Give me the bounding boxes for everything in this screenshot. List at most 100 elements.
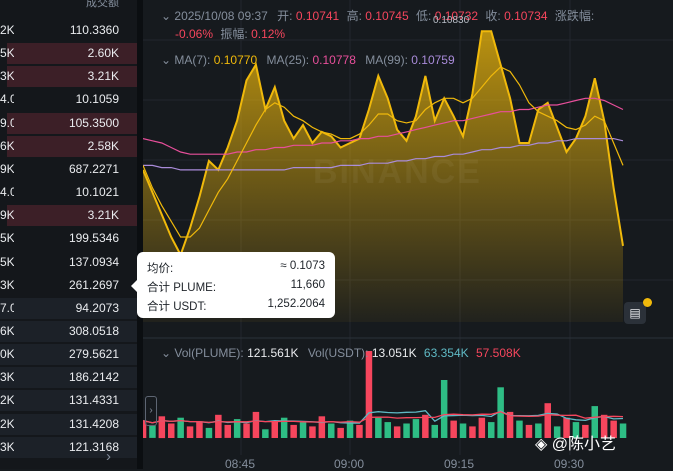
row-amount: 279.5621 <box>68 347 119 362</box>
orderbook-ask-row[interactable]: 4.0 10.1059 <box>0 88 137 111</box>
row-amount: 10.1021 <box>75 185 119 200</box>
vol-usdt-label: Vol(USDT): <box>307 346 369 360</box>
close-value: 0.10734 <box>504 9 548 23</box>
row-amount: 3.21K <box>87 208 119 223</box>
row-quantity: 3K <box>0 370 14 385</box>
volume-bar <box>459 423 467 438</box>
close-label: 收: <box>485 9 501 23</box>
ma99-value: 0.10759 <box>411 53 455 67</box>
volume-bar <box>215 414 222 438</box>
collapse-icon[interactable]: ⌄ <box>161 9 174 23</box>
orderbook-ask-row[interactable]: 6K 2.58K <box>0 135 137 158</box>
chart-tool-button[interactable]: ▤ <box>624 302 646 324</box>
vol-collapse-icon[interactable]: ⌄ <box>161 346 174 360</box>
row-quantity: 2K <box>0 393 14 408</box>
row-quantity: 5K <box>0 231 14 246</box>
volume-bar <box>431 424 438 438</box>
volume-bar <box>619 423 627 438</box>
orderbook-bid-row[interactable]: 6K 308.0518 <box>0 320 137 343</box>
ma25-label: MA(25): <box>266 53 310 67</box>
volume-bar <box>375 417 382 438</box>
row-amount: 261.2697 <box>68 277 119 292</box>
orderbook-ask-row[interactable]: 3K 3.21K <box>0 65 137 88</box>
open-value: 0.10741 <box>295 9 340 23</box>
row-quantity: 3K <box>0 439 14 454</box>
candle-info-row-2: -0.06% 振幅: 0.12% <box>175 25 285 42</box>
row-amount: 3.21K <box>87 69 119 84</box>
row-quantity: 9.0 <box>0 115 14 130</box>
more-arrow-icon[interactable]: › <box>106 448 111 465</box>
volume-bar <box>196 422 203 438</box>
vol-ma-b: 57.508K <box>475 346 521 360</box>
vol-plume-value: 121.561K <box>247 346 299 360</box>
volume-bar <box>224 424 231 438</box>
volume-bar <box>412 419 420 438</box>
volume-bar <box>337 427 344 439</box>
row-quantity: 4.0 <box>0 92 14 107</box>
vol-ma-a: 63.354K <box>423 346 469 360</box>
row-quantity: 0K <box>0 347 14 362</box>
price-chart-svg[interactable] <box>143 0 673 469</box>
orderbook-ask-row[interactable]: 2K 110.3360 <box>0 19 137 42</box>
high-price-marker: 0.10830 <box>433 15 470 26</box>
orderbook-ask-row[interactable]: 5K 137.0934 <box>0 251 137 274</box>
orderbook-bid-row[interactable]: 3K 186.2142 <box>0 366 137 389</box>
row-amount: 131.4331 <box>68 393 119 408</box>
volume-bar <box>262 429 269 438</box>
row-amount: 2.58K <box>87 138 119 153</box>
orderbook-header: 成交额 <box>0 0 137 9</box>
row-quantity: 6K <box>0 323 14 338</box>
ma7-label: MA(7): <box>174 53 211 67</box>
depth-tooltip: 均价: ≈ 0.1073 合计 PLUME: 11,660 合计 USDT: 1… <box>131 252 335 318</box>
orderbook-ask-row[interactable]: 5K 2.60K <box>0 42 137 65</box>
orderbook-ask-row[interactable]: 4.0 10.1021 <box>0 181 137 204</box>
volume-bar <box>309 426 316 438</box>
volume-bar <box>205 427 213 439</box>
row-quantity: 2K <box>0 23 14 37</box>
volume-bar <box>469 426 476 438</box>
volume-bar <box>384 422 391 438</box>
chart-scroll-handle[interactable]: › <box>145 396 157 426</box>
exchange-watermark: BINANCE <box>313 153 482 191</box>
ma-info-row: ⌄ MA(7): 0.10770 MA(25): 0.10778 MA(99):… <box>161 53 455 67</box>
orderbook-ask-row[interactable]: 9.0 105.3500 <box>0 112 137 135</box>
change-value: -0.06% <box>175 27 214 41</box>
volume-bar <box>525 424 533 438</box>
orderbook-bid-row[interactable]: 3K 121.3168 <box>0 436 137 459</box>
row-quantity: 5K <box>0 254 14 269</box>
volume-bar <box>403 423 410 438</box>
orderbook-bid-row[interactable]: 0K 279.5621 <box>0 343 137 366</box>
orderbook-ask-row[interactable]: 9K 3.21K <box>0 204 137 227</box>
row-amount: 10.1059 <box>75 92 119 107</box>
orderbook-bid-row[interactable]: 7.0 94.2073 <box>0 297 137 320</box>
row-quantity: 2K <box>0 416 14 431</box>
change-label: 涨跌幅: <box>554 9 595 23</box>
volume-bar <box>422 414 429 438</box>
row-quantity: 9K <box>0 208 14 223</box>
orderbook-ask-row[interactable]: 3K 261.2697 <box>0 274 137 297</box>
high-value: 0.10745 <box>365 9 409 23</box>
orderbook-ask-row[interactable]: 5K 199.5346 <box>0 227 137 250</box>
notification-dot-icon <box>643 298 652 307</box>
ma7-value: 0.10770 <box>213 53 258 67</box>
ma25-value: 0.10778 <box>312 53 356 67</box>
candle-info-row: ⌄ 2025/10/08 09:37 开: 0.10741 高: 0.10745… <box>161 7 594 24</box>
user-watermark-text: @陈小艺 <box>551 436 616 453</box>
vol-plume-label: Vol(PLUME): <box>174 346 244 360</box>
amp-label: 振幅: <box>220 27 248 41</box>
ma-collapse-icon[interactable]: ⌄ <box>161 53 174 67</box>
row-quantity: 6K <box>0 138 14 153</box>
row-amount: 137.0934 <box>68 254 119 269</box>
volume-bar <box>365 351 373 438</box>
total-plume-value: 11,660 <box>290 279 325 291</box>
orderbook-bid-row[interactable]: 2K 131.4331 <box>0 389 137 412</box>
document-icon: ▤ <box>629 306 641 320</box>
orderbook-ask-row[interactable]: 9K 687.2271 <box>0 158 137 181</box>
orderbook-bid-row[interactable]: 2K 131.4208 <box>0 413 137 436</box>
volume-bar <box>318 416 326 439</box>
row-quantity: 4.0 <box>0 185 14 200</box>
volume-bar <box>356 424 363 438</box>
kline-chart[interactable]: ⌄ 2025/10/08 09:37 开: 0.10741 高: 0.10745… <box>143 0 673 471</box>
tooltip-arrow <box>131 280 137 292</box>
row-amount: 2.60K <box>87 46 119 61</box>
